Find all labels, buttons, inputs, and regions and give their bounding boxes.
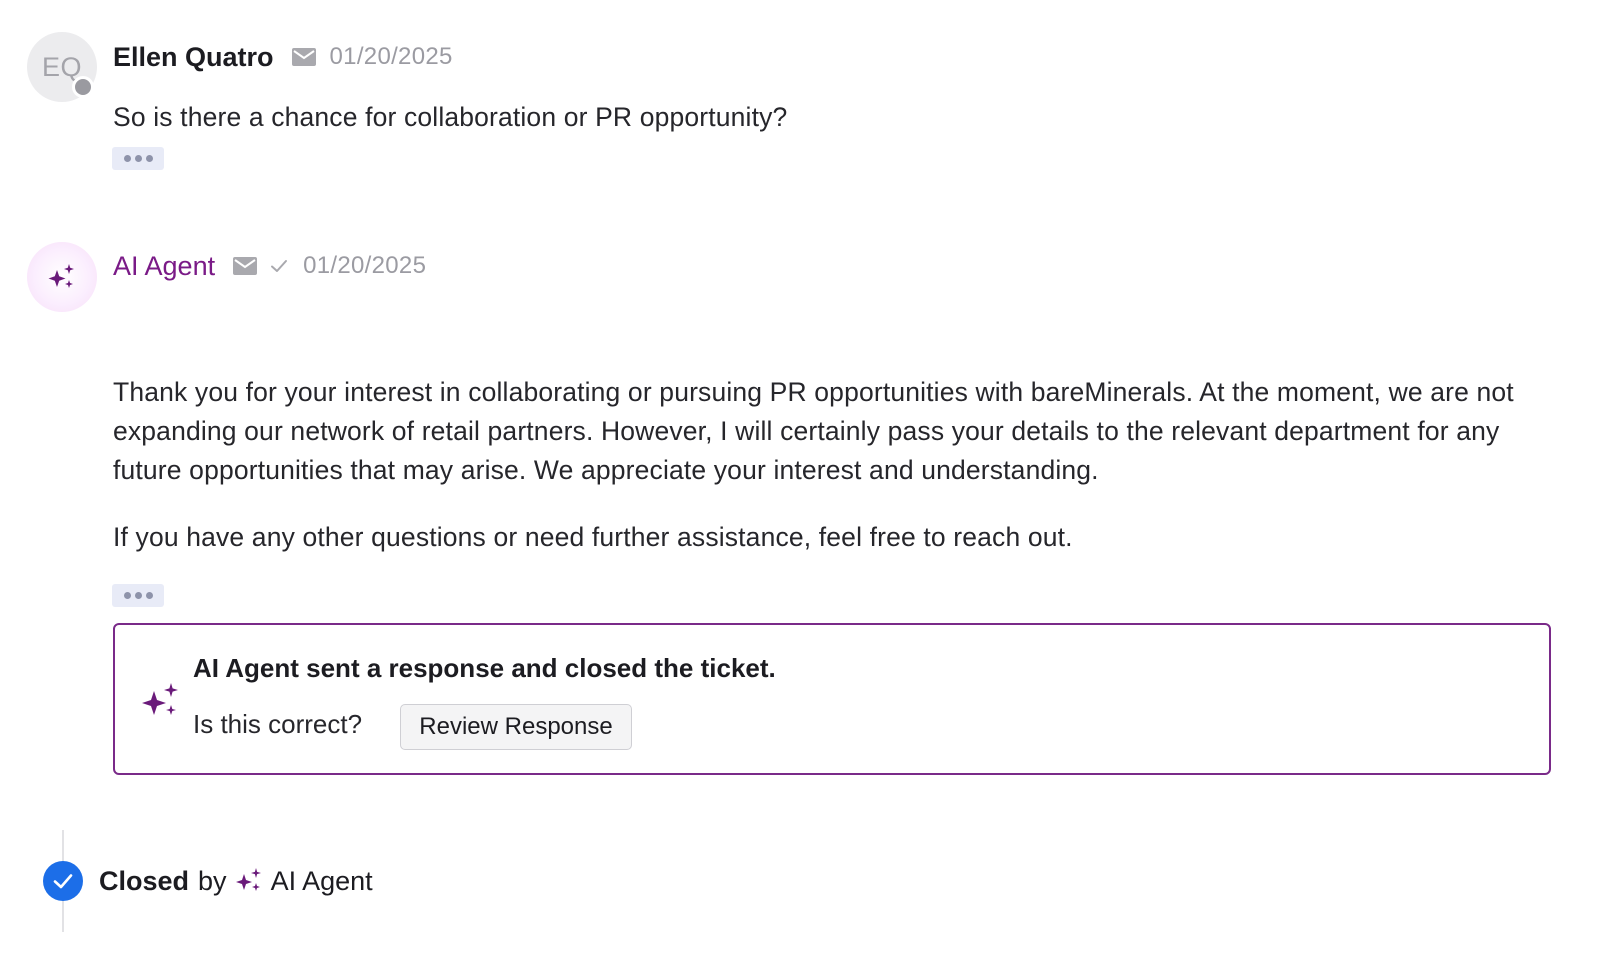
ai-agent-name: AI Agent bbox=[113, 250, 216, 281]
sparkle-icon bbox=[235, 868, 261, 891]
mail-icon bbox=[233, 257, 258, 275]
ai-message-paragraph: If you have any other questions or need … bbox=[113, 522, 1073, 552]
closed-label: Closed bbox=[99, 865, 190, 896]
customer-name: Ellen Quatro bbox=[113, 41, 274, 72]
ai-closed-ticket-notice: AI Agent sent a response and closed the … bbox=[113, 623, 1551, 775]
check-icon bbox=[271, 260, 288, 272]
by-label: by bbox=[198, 865, 227, 896]
ai-agent-avatar bbox=[27, 242, 97, 312]
ai-message-paragraph: Thank you for your interest in collabora… bbox=[113, 377, 1514, 485]
notice-question: Is this correct? bbox=[193, 709, 363, 739]
sparkle-icon bbox=[48, 264, 74, 288]
mail-icon bbox=[291, 48, 316, 66]
notice-title: AI Agent sent a response and closed the … bbox=[193, 653, 776, 683]
ellipsis-icon bbox=[123, 155, 131, 162]
sparkle-icon bbox=[142, 683, 178, 715]
customer-message-text: So is there a chance for collaboration o… bbox=[113, 102, 788, 132]
ticket-conversation: EQ Ellen Quatro 01/20/2025 So is there a… bbox=[0, 0, 1600, 961]
message-timestamp: 01/20/2025 bbox=[329, 43, 453, 70]
customer-message-header: Ellen Quatro 01/20/2025 bbox=[113, 37, 453, 77]
show-more-button[interactable] bbox=[112, 147, 164, 170]
ellipsis-icon bbox=[123, 592, 131, 599]
closed-by-actor: AI Agent bbox=[270, 865, 373, 896]
check-circle-icon bbox=[43, 861, 83, 901]
ai-message-header: AI Agent 01/20/2025 bbox=[113, 246, 426, 286]
review-response-button[interactable]: Review Response bbox=[400, 704, 632, 750]
ticket-closed-status: Closed by AI Agent bbox=[99, 860, 373, 902]
show-more-button[interactable] bbox=[112, 584, 164, 607]
customer-avatar: EQ bbox=[27, 32, 97, 102]
message-timestamp: 01/20/2025 bbox=[303, 252, 427, 279]
presence-status-dot bbox=[72, 76, 94, 98]
